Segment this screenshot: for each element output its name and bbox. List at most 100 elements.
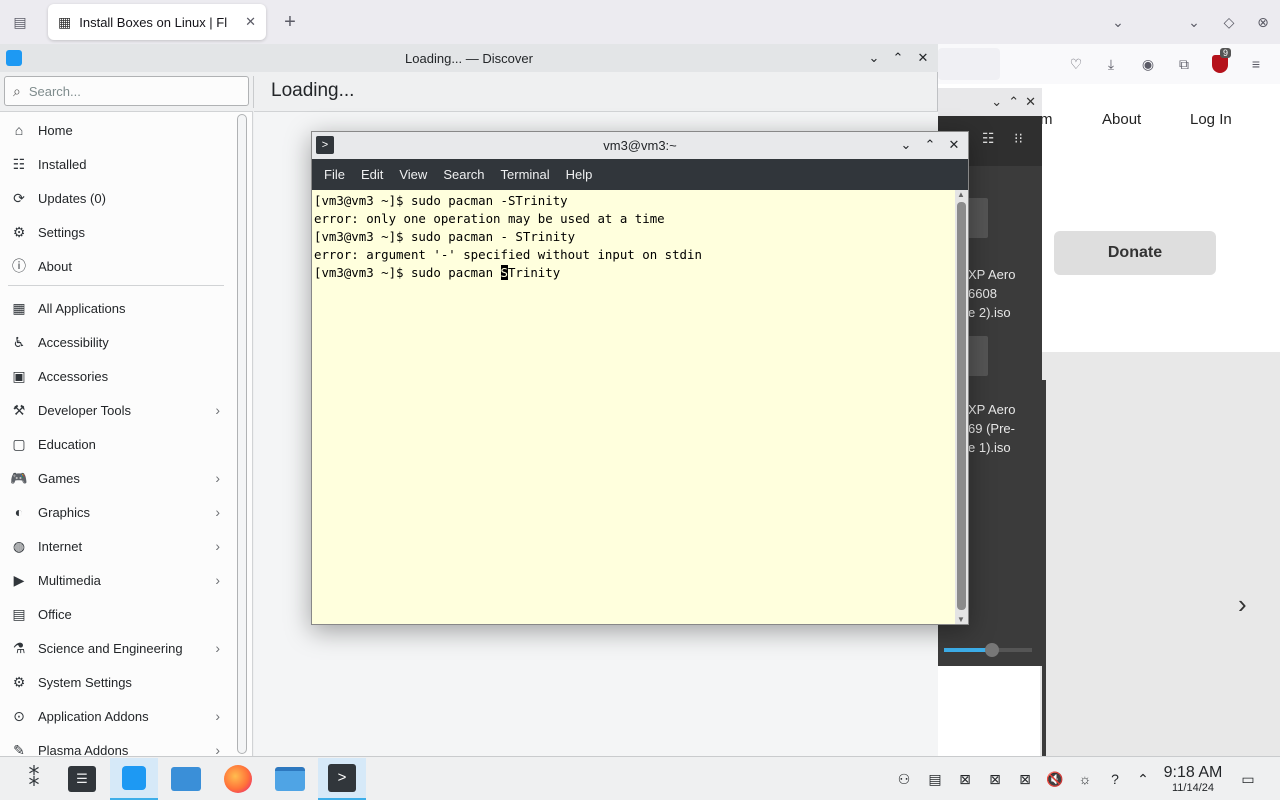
category-graphics[interactable]: ◐ Graphics › <box>0 495 232 529</box>
file-item[interactable]: XP Aero 69 (Pre- e 1).iso <box>968 400 1015 457</box>
scroll-down-icon[interactable]: ▼ <box>957 615 965 624</box>
pocket-icon[interactable]: ♡ <box>1064 52 1088 76</box>
category-icon: ◍ <box>12 537 26 554</box>
window-close-icon[interactable]: ⊗ <box>1251 10 1275 34</box>
category-system-settings[interactable]: ⚙ System Settings <box>0 665 232 699</box>
clock-date[interactable]: 11/14/24 <box>1158 782 1228 794</box>
discover-task-icon[interactable] <box>110 758 158 800</box>
category-label: Accessibility <box>38 334 109 350</box>
category-icon: ▦ <box>12 299 26 316</box>
terminal-window: > vm3@vm3:~ ⌄ ⌃ ✕ File Edit View Search … <box>311 131 969 625</box>
tray-app-icon[interactable]: ⊠ <box>1015 769 1035 789</box>
zoom-slider-handle[interactable] <box>985 643 1000 657</box>
category-application-addons[interactable]: ⊙ Application Addons › <box>0 699 232 733</box>
sidebar-scrollbar[interactable] <box>237 114 247 754</box>
maximize-icon[interactable]: ⌃ <box>1008 94 1019 110</box>
dolphin-task-icon[interactable] <box>266 758 314 800</box>
file-manager-task-icon[interactable] <box>162 758 210 800</box>
icon-view-icon[interactable]: ⁝⁝ <box>1014 130 1023 147</box>
brightness-icon[interactable]: ☼ <box>1075 769 1095 789</box>
terminal-cursor: S <box>500 265 508 280</box>
category-games[interactable]: 🎮 Games › <box>0 461 232 495</box>
search-placeholder: Search... <box>28 83 81 99</box>
window-minimize-icon[interactable]: ⌄ <box>1182 10 1206 34</box>
system-monitor-task-icon[interactable]: ☰ <box>58 758 106 800</box>
sidebar-item-label: Home <box>38 122 73 138</box>
new-tab-button[interactable]: + <box>278 10 302 34</box>
account-icon[interactable]: ◉ <box>1136 52 1160 76</box>
category-office[interactable]: ▤ Office <box>0 597 232 631</box>
menu-edit[interactable]: Edit <box>353 159 391 190</box>
downloads-icon[interactable]: ⤓ <box>1099 52 1123 76</box>
menu-file[interactable]: File <box>316 159 353 190</box>
window-maximize-icon[interactable]: ◇ <box>1217 10 1241 34</box>
menu-search[interactable]: Search <box>435 159 492 190</box>
firefox-task-icon[interactable] <box>214 758 262 800</box>
maximize-icon[interactable]: ⌃ <box>888 48 908 68</box>
sidebar-item-installed[interactable]: ☷ Installed <box>0 147 232 181</box>
terminal-output[interactable]: [vm3@vm3 ~]$ sudo pacman -STrinity error:… <box>312 190 954 624</box>
kde-connect-icon[interactable]: ⚇ <box>894 769 914 789</box>
zoom-slider[interactable] <box>944 643 1032 657</box>
sidebar-item-updates-0[interactable]: ⟳ Updates (0) <box>0 181 232 215</box>
clipboard-icon[interactable]: ▤ <box>925 769 945 789</box>
category-all-applications[interactable]: ▦ All Applications <box>0 291 232 325</box>
tray-expand-chevron-icon[interactable]: ⌃ <box>1133 769 1153 789</box>
file-name-line: 6608 <box>968 286 997 301</box>
close-icon[interactable]: ✕ <box>944 135 964 155</box>
menu-help[interactable]: Help <box>558 159 601 190</box>
terminal-scroll-thumb[interactable] <box>957 202 966 610</box>
sidebar-item-label: Installed <box>38 156 87 172</box>
details-view-icon[interactable]: ☷ <box>982 130 995 147</box>
close-icon[interactable]: ✕ <box>913 48 933 68</box>
close-icon[interactable]: ✕ <box>1025 94 1036 110</box>
category-science-and-engineering[interactable]: ⚗ Science and Engineering › <box>0 631 232 665</box>
category-accessories[interactable]: ▣ Accessories <box>0 359 232 393</box>
sidebar-item-about[interactable]: ⓘ About <box>0 249 232 283</box>
tab-overflow-chevron-icon[interactable]: ⌄ <box>1106 10 1130 34</box>
sidebar-item-home[interactable]: ⌂ Home <box>0 113 232 147</box>
minimize-icon[interactable]: ⌄ <box>864 48 884 68</box>
category-plasma-addons[interactable]: ✎ Plasma Addons › <box>0 733 232 757</box>
clock-time[interactable]: 9:18 AM <box>1158 764 1228 782</box>
volume-muted-icon[interactable]: 🔇 <box>1045 769 1065 789</box>
category-multimedia[interactable]: ▶ Multimedia › <box>0 563 232 597</box>
donate-button[interactable]: Donate <box>1054 231 1216 275</box>
url-bar[interactable] <box>938 48 1000 80</box>
category-label: Science and Engineering <box>38 640 183 656</box>
app-launcher-icon[interactable]: ⁑ <box>10 758 58 800</box>
nav-link-about[interactable]: About <box>1102 111 1141 128</box>
discover-app-icon <box>6 50 22 66</box>
tab-title: Install Boxes on Linux | Fl <box>79 14 228 30</box>
terminal-scrollbar[interactable]: ▲ ▼ <box>955 190 968 624</box>
category-internet[interactable]: ◍ Internet › <box>0 529 232 563</box>
tray-app-icon[interactable]: ⊠ <box>985 769 1005 789</box>
help-icon[interactable]: ? <box>1105 769 1125 789</box>
category-education[interactable]: ▢ Education <box>0 427 232 461</box>
category-accessibility[interactable]: ♿ Accessibility <box>0 325 232 359</box>
show-desktop-icon[interactable]: ▭ <box>1238 769 1258 789</box>
menu-view[interactable]: View <box>391 159 435 190</box>
tab-list-icon[interactable]: ▤ <box>8 10 32 34</box>
category-icon: ▤ <box>12 605 26 622</box>
firefox-nav-bar: ♡ ⤓ ◉ ⧉ 9 ≡ <box>938 44 1280 84</box>
extensions-icon[interactable]: ⧉ <box>1172 52 1196 76</box>
ublock-icon[interactable]: 9 <box>1208 48 1232 76</box>
search-input[interactable]: ⌕ Search... <box>4 76 249 106</box>
category-icon: ▣ <box>12 367 26 384</box>
file-item[interactable]: XP Aero 6608 e 2).iso <box>968 265 1015 322</box>
category-developer-tools[interactable]: ⚒ Developer Tools › <box>0 393 232 427</box>
maximize-icon[interactable]: ⌃ <box>920 135 940 155</box>
nav-link-login[interactable]: Log In <box>1190 111 1232 128</box>
close-tab-icon[interactable]: ✕ <box>245 14 256 30</box>
scroll-up-icon[interactable]: ▲ <box>957 190 965 199</box>
menu-icon[interactable]: ≡ <box>1244 52 1268 76</box>
next-arrow-icon[interactable]: › <box>1238 589 1247 620</box>
tray-app-icon[interactable]: ⊠ <box>955 769 975 789</box>
menu-terminal[interactable]: Terminal <box>493 159 558 190</box>
minimize-icon[interactable]: ⌄ <box>896 135 916 155</box>
minimize-icon[interactable]: ⌄ <box>991 94 1002 110</box>
sidebar-item-settings[interactable]: ⚙ Settings <box>0 215 232 249</box>
firefox-tab[interactable]: ▦ Install Boxes on Linux | Fl ✕ <box>48 4 266 40</box>
terminal-task-icon[interactable]: > <box>318 758 366 800</box>
